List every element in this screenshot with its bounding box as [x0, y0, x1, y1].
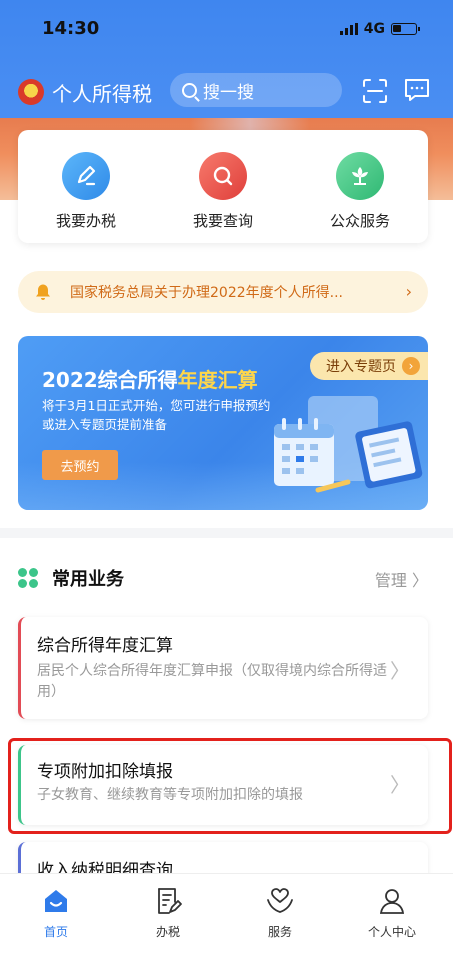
tab-home[interactable]: 首页 — [11, 886, 101, 940]
banner-title-prefix: 2022综合所得 — [42, 368, 178, 392]
flower-icon — [336, 152, 384, 200]
banner-subtitle: 将于3月1日正式开始，您可进行申报预约或进入专题页提前准备 — [42, 398, 271, 432]
tab-tax[interactable]: 办税 — [123, 886, 213, 940]
announcement-text: 国家税务总局关于办理2022年度个人所得... — [70, 285, 343, 301]
enter-topic-page-button[interactable]: 进入专题页 › — [310, 352, 428, 380]
status-indicators: 4G — [339, 21, 420, 37]
chevron-right-icon: 〉 — [390, 773, 410, 797]
quick-action-public-service[interactable]: 公众服务 — [300, 152, 420, 231]
chevron-right-icon: › — [402, 357, 420, 375]
business-item-annual-settlement[interactable]: 综合所得年度汇算 居民个人综合所得年度汇算申报（仅取得境内综合所得适用） 〉 — [18, 617, 428, 719]
business-item-special-deduction[interactable]: 专项附加扣除填报 子女教育、继续教育等专项附加扣除的填报 〉 — [18, 745, 428, 825]
business-item-title: 综合所得年度汇算 — [37, 636, 173, 656]
manage-link[interactable]: 管理 〉 — [375, 567, 428, 591]
search-icon — [182, 82, 197, 98]
tab-personal-center[interactable]: 个人中心 — [347, 886, 437, 940]
pen-icon — [62, 152, 110, 200]
banner-title: 2022综合所得年度汇算 — [42, 364, 258, 393]
quick-actions-card: 我要办税 我要查询 公众服务 — [18, 130, 428, 243]
scan-icon[interactable] — [362, 78, 388, 104]
tab-label: 个人中心 — [367, 925, 416, 939]
bottom-tab-bar: 首页 办税 服务 个人中心 — [0, 873, 453, 959]
home-icon — [45, 890, 67, 912]
quick-action-query[interactable]: 我要查询 — [163, 152, 283, 231]
message-icon[interactable] — [403, 77, 431, 103]
quick-action-label: 我要查询 — [192, 212, 253, 230]
national-emblem-icon — [18, 79, 44, 105]
person-icon — [379, 889, 405, 914]
clover-icon — [18, 568, 38, 588]
document-edit-icon — [158, 888, 182, 914]
business-item-description: 子女教育、继续教育等专项附加扣除的填报 — [37, 787, 303, 803]
quick-action-handle-tax[interactable]: 我要办税 — [26, 152, 146, 231]
reserve-button[interactable]: 去预约 — [42, 450, 118, 480]
status-time: 14:30 — [42, 18, 100, 39]
annual-settlement-banner[interactable]: 进入专题页 › 2022综合所得年度汇算 将于3月1日正式开始，您可进行申报预约… — [18, 336, 428, 510]
tab-label: 首页 — [43, 925, 68, 939]
chevron-right-icon: 〉 — [390, 659, 410, 683]
tab-label: 办税 — [155, 925, 180, 939]
common-business-header: 常用业务 管理 〉 — [18, 564, 428, 592]
status-bar: 14:30 4G — [0, 0, 453, 60]
quick-action-label: 我要办税 — [55, 212, 116, 230]
magnifier-icon — [199, 152, 247, 200]
tab-label: 服务 — [267, 925, 292, 939]
search-placeholder: 搜一搜 — [203, 82, 254, 103]
section-divider — [0, 528, 453, 538]
network-type: 4G — [363, 21, 385, 37]
announcement-bar[interactable]: 国家税务总局关于办理2022年度个人所得... › — [18, 271, 428, 313]
calendar-calculator-illustration — [274, 396, 423, 493]
app-title: 个人所得税 — [52, 82, 152, 106]
business-item-title: 专项附加扣除填报 — [37, 762, 173, 782]
tab-service[interactable]: 服务 — [235, 886, 325, 940]
chevron-right-icon: › — [405, 282, 412, 301]
section-title: 常用业务 — [52, 569, 124, 590]
quick-action-label: 公众服务 — [329, 212, 390, 230]
signal-icon — [339, 23, 358, 35]
search-bar[interactable]: 搜一搜 — [170, 73, 342, 107]
enter-topic-page-label: 进入专题页 — [326, 359, 396, 375]
banner-title-highlight: 年度汇算 — [177, 368, 258, 392]
bell-icon — [36, 284, 50, 300]
battery-icon — [391, 23, 420, 35]
title-bar: 个人所得税 搜一搜 — [0, 70, 453, 114]
heart-hands-icon — [267, 888, 293, 913]
business-item-description: 居民个人综合所得年度汇算申报（仅取得境内综合所得适用） — [37, 663, 387, 700]
